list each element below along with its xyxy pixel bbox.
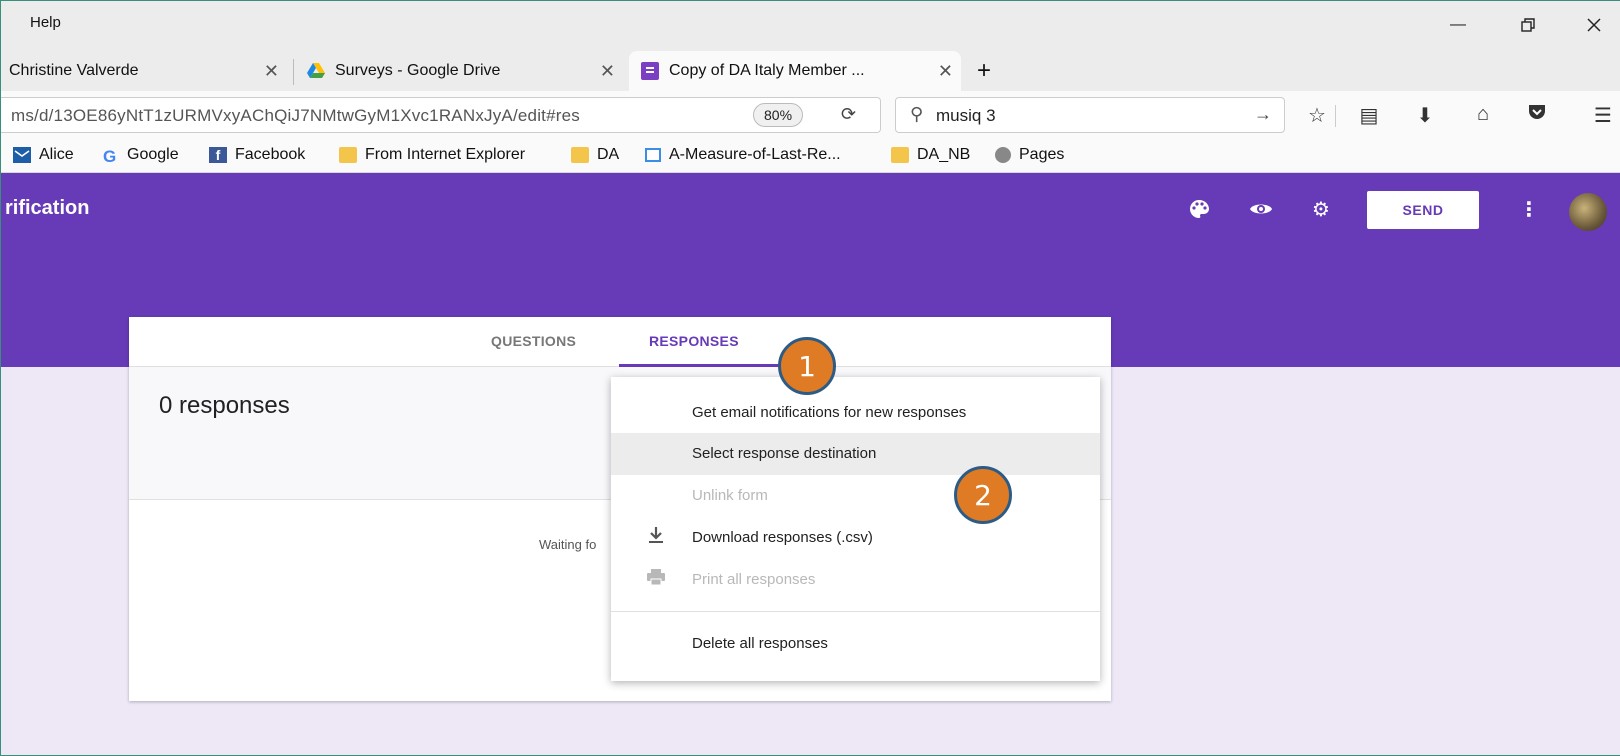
callout-number: 2: [974, 478, 992, 512]
menu-item-select-destination[interactable]: Select response destination: [611, 433, 1100, 475]
menu-item-unlink-form[interactable]: Unlink form: [611, 475, 1100, 517]
download-arrow-icon[interactable]: ⬇: [1411, 103, 1439, 128]
tab-christine-valverde[interactable]: Christine Valverde ✕: [9, 51, 287, 91]
tab-close-icon[interactable]: ✕: [938, 61, 953, 82]
bookmark-label: DA: [597, 146, 620, 163]
new-tab-label: +: [977, 57, 992, 84]
menu-help[interactable]: Help: [30, 14, 61, 31]
menu-divider: [611, 611, 1100, 612]
home-icon[interactable]: ⌂: [1469, 103, 1497, 126]
menu-item-label: Get email notifications for new response…: [692, 404, 967, 421]
bookmarks-bar: Alice G Google f Facebook From Internet …: [1, 139, 1620, 173]
tab-close-icon[interactable]: ✕: [600, 61, 615, 82]
toolbar-separator: [1335, 105, 1336, 127]
menu-item-delete-all[interactable]: Delete all responses: [611, 623, 1100, 665]
google-icon: G: [103, 147, 117, 166]
mail-icon: [13, 147, 31, 163]
minimize-icon[interactable]: —: [1443, 13, 1473, 37]
callout-number: 1: [798, 349, 816, 383]
menu-item-label: Print all responses: [692, 571, 816, 588]
responses-count: 0 responses: [159, 392, 290, 419]
google-forms-icon: [641, 62, 659, 80]
zoom-indicator[interactable]: 80%: [753, 103, 804, 127]
globe-icon: [995, 147, 1011, 163]
menu-item-email-notifications[interactable]: Get email notifications for new response…: [611, 392, 1100, 434]
bookmark-label: A-Measure-of-Last-Re...: [669, 146, 841, 163]
send-label: SEND: [1402, 202, 1444, 218]
address-bar[interactable]: ms/d/13OE86yNtT1zURMVxyAChQiJ7NMtwGyM1Xv…: [1, 97, 881, 133]
folder-icon: [571, 147, 589, 163]
bookmark-label: Alice: [39, 146, 74, 163]
bookmark-label: Facebook: [235, 146, 306, 163]
reader-list-icon[interactable]: ▤: [1355, 103, 1383, 128]
url-text: ms/d/13OE86yNtT1zURMVxyAChQiJ7NMtwGyM1Xv…: [11, 106, 580, 125]
avatar[interactable]: [1569, 193, 1607, 231]
bookmark-facebook[interactable]: f Facebook: [209, 146, 305, 164]
folder-icon: [891, 147, 909, 163]
bookmark-label: From Internet Explorer: [365, 146, 526, 163]
download-icon: [645, 526, 667, 548]
menu-item-print-all[interactable]: Print all responses: [611, 559, 1100, 601]
search-icon: ⚲: [910, 104, 924, 124]
search-input[interactable]: musiq 3: [936, 106, 996, 126]
bookmark-from-internet-explorer[interactable]: From Internet Explorer: [339, 146, 525, 164]
search-go-icon[interactable]: →: [1254, 104, 1272, 125]
tab-surveys-google-drive[interactable]: Surveys - Google Drive ✕: [307, 51, 623, 91]
menu-help-label: Help: [30, 14, 61, 31]
pocket-icon[interactable]: [1523, 103, 1551, 127]
restore-icon[interactable]: [1513, 13, 1543, 37]
responses-more-menu: Get email notifications for new response…: [611, 377, 1100, 681]
tab-close-icon[interactable]: ✕: [264, 61, 279, 82]
bookmark-da-nb[interactable]: DA_NB: [891, 146, 970, 164]
bookmark-da[interactable]: DA: [571, 146, 619, 164]
search-box[interactable]: ⚲ musiq 3 →: [895, 97, 1285, 133]
menu-item-label: Delete all responses: [692, 635, 828, 652]
page-icon: [645, 148, 661, 162]
tab-questions[interactable]: QUESTIONS: [491, 333, 576, 349]
tab-label: Copy of DA Italy Member ...: [669, 62, 865, 79]
google-drive-icon: [307, 63, 325, 78]
bookmark-alice[interactable]: Alice: [13, 146, 74, 164]
bookmark-label: Pages: [1019, 146, 1065, 163]
facebook-icon: f: [209, 147, 227, 163]
palette-icon[interactable]: [1185, 195, 1213, 223]
preview-eye-icon[interactable]: [1247, 195, 1275, 223]
bookmark-star-icon[interactable]: ☆: [1303, 103, 1331, 128]
settings-gear-icon[interactable]: ⚙: [1307, 195, 1335, 223]
bookmark-pages[interactable]: Pages: [995, 146, 1064, 164]
bookmark-a-measure[interactable]: A-Measure-of-Last-Re...: [645, 146, 841, 164]
form-title: rification: [5, 197, 90, 219]
menu-item-label: Download responses (.csv): [692, 529, 873, 546]
menu-item-label: Select response destination: [692, 445, 877, 462]
tab-responses[interactable]: RESPONSES: [649, 333, 739, 349]
tab-label: Christine Valverde: [9, 62, 139, 79]
more-vertical-icon[interactable]: ⋮: [1515, 195, 1543, 223]
navigation-bar: ms/d/13OE86yNtT1zURMVxyAChQiJ7NMtwGyM1Xv…: [1, 91, 1620, 139]
tab-label: Surveys - Google Drive: [335, 62, 501, 79]
bookmark-google[interactable]: G Google: [103, 146, 179, 166]
bookmark-label: Google: [127, 146, 179, 163]
menu-item-download-csv[interactable]: Download responses (.csv): [611, 517, 1100, 559]
hamburger-menu-icon[interactable]: ☰: [1589, 103, 1617, 128]
folder-icon: [339, 147, 357, 163]
new-tab-button[interactable]: +: [977, 51, 1007, 91]
title-bar: Help —: [1, 1, 1620, 45]
menu-item-label: Unlink form: [692, 487, 768, 504]
callout-2: 2: [954, 466, 1012, 524]
waiting-text: Waiting fo: [539, 537, 597, 552]
tab-strip: Christine Valverde ✕ Surveys - Google Dr…: [1, 45, 1620, 91]
form-tabs: QUESTIONS RESPONSES: [129, 317, 1111, 367]
reload-icon[interactable]: ⟳: [841, 104, 856, 125]
send-button[interactable]: SEND: [1367, 191, 1479, 229]
callout-1: 1: [778, 337, 836, 395]
print-icon: [645, 568, 667, 590]
browser-window: Help — Christine Valverde ✕ Surveys - Go…: [0, 0, 1620, 756]
bookmark-label: DA_NB: [917, 146, 971, 163]
tab-separator: [293, 59, 294, 85]
close-icon[interactable]: [1579, 13, 1609, 37]
tab-copy-of-da-italy[interactable]: Copy of DA Italy Member ... ✕: [629, 51, 961, 91]
